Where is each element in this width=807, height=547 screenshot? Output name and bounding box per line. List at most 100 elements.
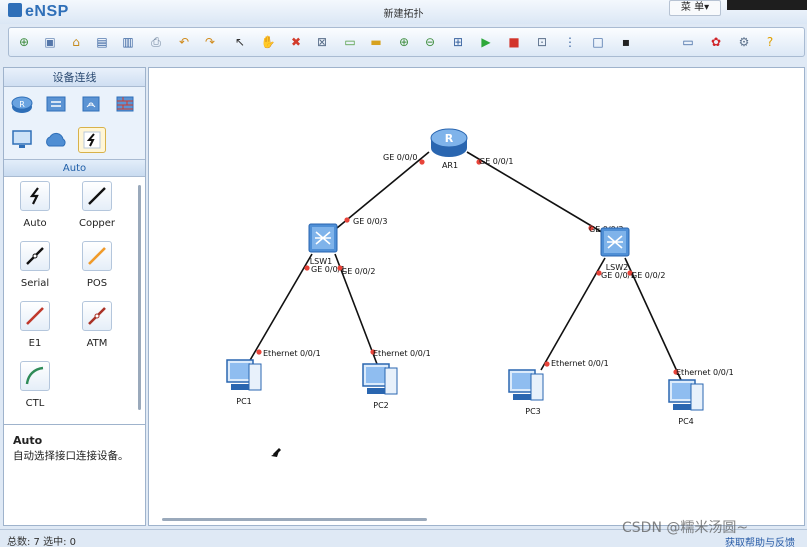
- port-label: Ethernet 0/0/1: [373, 349, 431, 358]
- topology-tree-icon[interactable]: ⋮: [561, 33, 579, 51]
- title-bar: eNSP 新建拓扑 菜 单▾: [0, 0, 807, 24]
- fit-view-icon[interactable]: ⊞: [449, 33, 467, 51]
- port-label: Ethernet 0/0/1: [263, 349, 321, 358]
- svg-text:R: R: [19, 100, 25, 109]
- settings-icon[interactable]: ⚙: [735, 33, 753, 51]
- port-dot: [419, 159, 425, 165]
- help-icon[interactable]: ?: [761, 33, 779, 51]
- save-icon[interactable]: ▤: [93, 33, 111, 51]
- cable-item-atm[interactable]: ATM: [67, 301, 127, 349]
- port-label: Ethernet 0/0/1: [551, 359, 609, 368]
- wlan-category-icon[interactable]: [78, 93, 104, 115]
- link-line[interactable]: [540, 257, 606, 371]
- port-label: GE 0/0/3: [353, 217, 387, 226]
- device-label: PC4: [678, 417, 694, 426]
- atm-cable-icon: [82, 301, 112, 331]
- serial-cable-icon: [20, 241, 50, 271]
- cable-label: Auto: [23, 218, 47, 229]
- device-label: AR1: [442, 161, 458, 170]
- ctl-cable-icon: [20, 361, 50, 391]
- window-controls[interactable]: [727, 0, 807, 10]
- print-icon[interactable]: ⎙: [147, 33, 165, 51]
- topology-canvas[interactable]: GE 0/0/0GE 0/0/3GE 0/0/1GE 0/0/3GE 0/0/1…: [148, 67, 805, 526]
- status-count: 总数: 7 选中: 0: [7, 537, 76, 547]
- stop-devices-icon[interactable]: ■: [505, 33, 523, 51]
- huawei-icon[interactable]: ✿: [707, 33, 725, 51]
- topology-diagram[interactable]: GE 0/0/0GE 0/0/3GE 0/0/1GE 0/0/3GE 0/0/1…: [149, 68, 806, 527]
- device-label: LSW2: [606, 263, 629, 272]
- delete-icon[interactable]: ✖: [287, 33, 305, 51]
- cable-list-scrollbar[interactable]: [138, 185, 141, 410]
- zoom-out-icon[interactable]: ⊖: [421, 33, 439, 51]
- device-category-bar: R: [4, 87, 145, 159]
- device-label: PC1: [236, 397, 252, 406]
- rectangle-icon[interactable]: ▬: [367, 33, 385, 51]
- undo-icon[interactable]: ↶: [175, 33, 193, 51]
- device-panel-title: 设备连线: [4, 68, 145, 87]
- port-label: Ethernet 0/0/1: [676, 368, 734, 377]
- device-label: PC2: [373, 401, 389, 410]
- pc-pc3-icon[interactable]: [508, 369, 544, 401]
- pc-pc1-icon[interactable]: [226, 359, 262, 391]
- new-example-icon[interactable]: ▣: [41, 33, 59, 51]
- link-line[interactable]: [248, 253, 313, 363]
- redo-icon[interactable]: ↷: [201, 33, 219, 51]
- description-text: 自动选择接口连接设备。: [13, 450, 129, 462]
- capture-icon[interactable]: ⊡: [533, 33, 551, 51]
- router-category-icon[interactable]: R: [9, 93, 35, 115]
- text-note-icon[interactable]: ▭: [341, 33, 359, 51]
- auto-cable-icon: [20, 181, 50, 211]
- messages-icon[interactable]: ▭: [679, 33, 697, 51]
- router-ar1-icon[interactable]: R: [430, 128, 468, 157]
- cable-list: Auto Copper Serial POS E1 ATM CTL: [4, 177, 145, 421]
- open-icon[interactable]: ⌂: [67, 33, 85, 51]
- svg-text:R: R: [445, 132, 454, 145]
- switch-lsw1-icon[interactable]: [308, 223, 338, 253]
- cable-description: Auto 自动选择接口连接设备。: [4, 424, 145, 525]
- start-devices-icon[interactable]: ▶: [477, 33, 495, 51]
- cable-label: POS: [86, 278, 108, 289]
- pc-pc2-icon[interactable]: [362, 363, 398, 395]
- pc-category-icon[interactable]: [9, 129, 35, 151]
- cable-label: CTL: [25, 398, 45, 409]
- port-label: GE 0/0/2: [631, 271, 665, 280]
- menu-button[interactable]: 菜 单▾: [669, 0, 721, 16]
- cable-item-e1[interactable]: E1: [5, 301, 65, 349]
- cable-label: E1: [28, 338, 42, 349]
- copper-cable-icon: [82, 181, 112, 211]
- show-labels-icon[interactable]: □: [589, 33, 607, 51]
- switch-lsw2-icon[interactable]: [600, 227, 630, 257]
- cable-item-copper[interactable]: Copper: [67, 181, 127, 229]
- pc-pc4-icon[interactable]: [668, 379, 704, 411]
- cable-label: ATM: [86, 338, 108, 349]
- port-label: GE 0/0/1: [479, 157, 513, 166]
- cable-item-serial[interactable]: Serial: [5, 241, 65, 289]
- new-topology-icon[interactable]: ⊕: [15, 33, 33, 51]
- pos-cable-icon: [82, 241, 112, 271]
- description-title: Auto: [13, 434, 43, 447]
- save-as-icon[interactable]: ▥: [119, 33, 137, 51]
- device-panel: 设备连线 R Auto Auto Copper Serial POS E1 AT…: [3, 67, 146, 526]
- switch-category-icon[interactable]: [43, 93, 69, 115]
- canvas-horizontal-scrollbar[interactable]: [162, 518, 427, 521]
- watermark: CSDN @糯米汤圆~: [622, 520, 749, 536]
- cable-item-auto[interactable]: Auto: [5, 181, 65, 229]
- delete-all-icon[interactable]: ⊠: [313, 33, 331, 51]
- port-label: GE 0/0/2: [341, 267, 375, 276]
- cloud-category-icon[interactable]: [43, 129, 69, 151]
- cable-label: Serial: [20, 278, 50, 289]
- firewall-category-icon[interactable]: [112, 93, 138, 115]
- zoom-in-icon[interactable]: ⊕: [395, 33, 413, 51]
- cable-category-icon[interactable]: [78, 127, 106, 153]
- port-label: GE 0/0/0: [383, 153, 417, 162]
- drag-icon[interactable]: ✋: [259, 33, 277, 51]
- screenshot-icon[interactable]: ▪: [617, 33, 635, 51]
- cable-item-pos[interactable]: POS: [67, 241, 127, 289]
- cable-item-ctl[interactable]: CTL: [5, 361, 65, 409]
- port-dot: [544, 361, 550, 367]
- main-toolbar: ⊕ ▣ ⌂ ▤ ▥ ⎙ ↶ ↷ ↖ ✋ ✖ ⊠ ▭ ▬ ⊕ ⊖ ⊞ ▶ ■ ⊡ ⋮ □ ▪ ▭ ✿ ⚙?: [8, 27, 805, 57]
- select-icon[interactable]: ↖: [231, 33, 249, 51]
- pen-cursor-icon: [271, 448, 281, 457]
- cable-label: Copper: [78, 218, 116, 229]
- cable-type-header: Auto: [4, 159, 145, 177]
